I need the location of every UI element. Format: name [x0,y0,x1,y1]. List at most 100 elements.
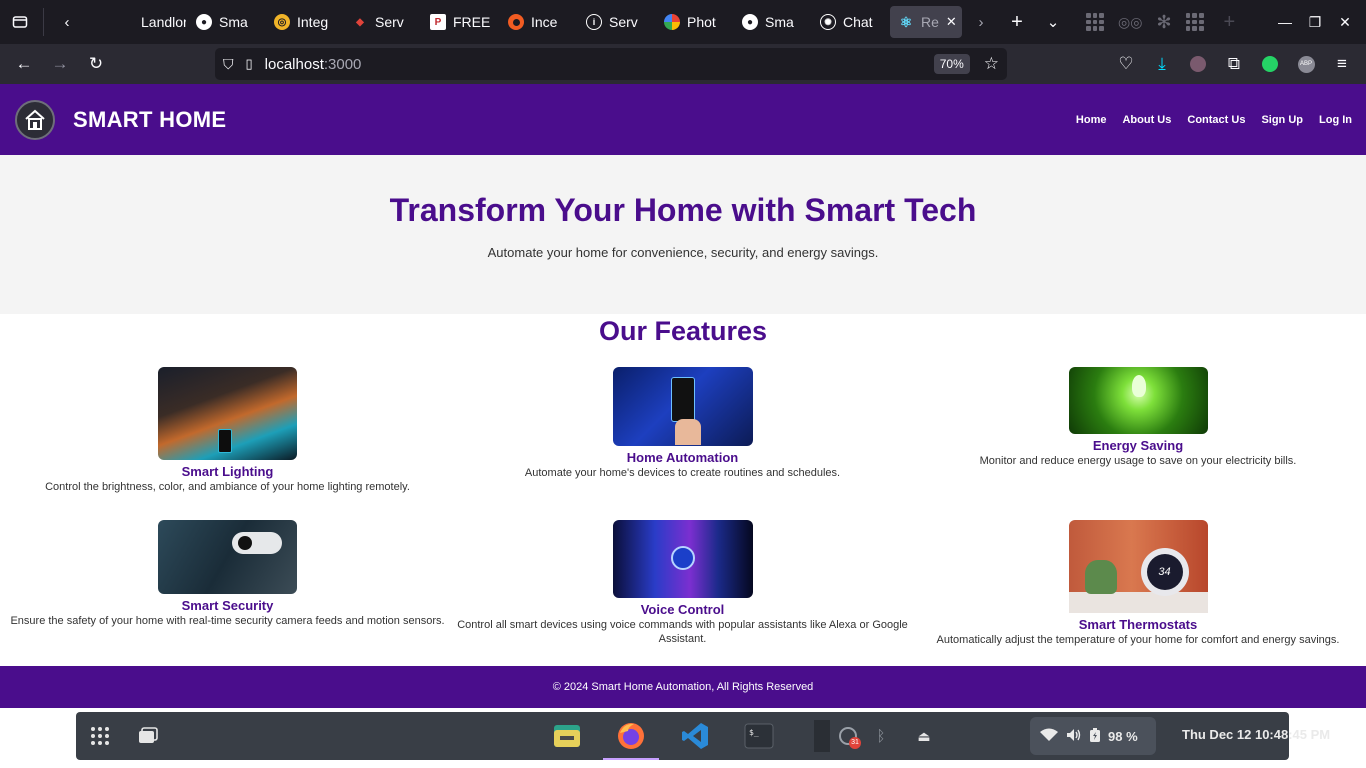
eject-icon[interactable]: ⏏ [902,714,946,758]
list-all-tabs-icon[interactable]: ⌄ [1038,7,1068,37]
footer-copyright: © 2024 Smart Home Automation, All Rights… [552,681,814,693]
glasses-icon[interactable]: ◎◎ [1118,14,1142,31]
firefox-active-indicator [603,758,659,760]
navigation-bar: ← → ↻ ⛉ ▯ localhost:3000 70% ☆ ♡ ⤓ ⧉ ABP… [0,44,1366,84]
photos-favicon [664,14,680,30]
terminal-app-icon[interactable]: $_ [737,714,781,758]
feature-title: Home Automation [626,450,739,465]
apps-grid-icon[interactable] [1185,13,1204,31]
extension-grid-icon[interactable] [1086,13,1104,31]
shield-icon[interactable]: ⛉ [223,56,234,73]
toolbar-right: ♡ ⤓ ⧉ ABP ≡ [1108,48,1360,80]
menu-about-us[interactable]: About Us [1122,114,1171,126]
taskbar: $_ 31 ᛒ ⏏ 98 % Thu Dec 12 10:48:45 PM [76,712,1330,760]
feature-title: Smart Lighting [181,464,274,479]
clock[interactable]: Thu Dec 12 10:48:45 PM [1182,727,1330,742]
new-tab-icon[interactable]: + [1002,7,1032,37]
scroll-tabs-left-icon[interactable]: ‹ [52,7,82,37]
files-app-icon[interactable] [545,714,589,758]
tab-github-smart[interactable]: ● Sma [734,6,810,38]
landlord-favicon [118,14,134,30]
thermostat-reading: 34 [1146,554,1183,590]
workspaces-icon[interactable] [126,714,170,758]
smart-home-logo[interactable] [15,99,55,140]
forward-icon[interactable]: → [42,48,78,80]
whatsapp-icon[interactable] [1252,48,1288,80]
tab-label: Sma [219,14,248,30]
tab-label: Phot [687,14,716,30]
menu-contact-us[interactable]: Contact Us [1187,114,1245,126]
main-menu: Home About Us Contact Us Sign Up Log In [1076,114,1352,126]
tab-strip: ‹ Landlor ● Sma ◎ Integ ◆ Serv P FREE In… [0,0,1366,44]
vscode-app-icon[interactable] [673,714,717,758]
tab-react-app-active[interactable]: ⚛ Re ✕ [890,6,962,38]
url-text[interactable]: localhost:3000 [265,56,362,73]
app-grid-icon[interactable] [78,714,122,758]
feature-title: Voice Control [640,602,725,617]
tab-integrations[interactable]: ◎ Integ [266,6,342,38]
add-icon[interactable]: + [1224,11,1236,34]
zoom-level-badge[interactable]: 70% [933,54,970,74]
tab-github-smart-home[interactable]: ● Sma [188,6,264,38]
url-host: localhost [264,55,324,73]
tab-incident[interactable]: Ince [500,6,576,38]
feature-card-smart-security: Smart Security Ensure the safety of your… [0,520,455,628]
feature-card-smart-thermostats: 34 Smart Thermostats Automatically adjus… [910,520,1366,647]
tab-separator [43,8,44,36]
bluetooth-icon[interactable]: ᛒ [859,714,903,758]
snowflake-icon[interactable]: ✻ [1156,12,1171,33]
react-icon: ⚛ [899,13,913,30]
home-automation-image [612,367,753,446]
close-tab-icon[interactable]: ✕ [946,14,957,30]
profile-avatar-icon[interactable] [1180,48,1216,80]
tab-landlord[interactable]: Landlor [110,6,186,38]
battery-percentage: 98 % [1108,728,1138,744]
downloads-icon[interactable]: ⤓ [1144,48,1180,80]
pocket-icon[interactable]: ♡ [1108,48,1144,80]
minimize-icon[interactable]: — [1270,14,1300,31]
back-icon[interactable]: ← [6,48,42,80]
chatgpt-icon: ✺ [820,14,836,30]
github-icon: ● [742,14,758,30]
page-icon: ▯ [245,56,253,71]
url-bar[interactable]: ⛉ ▯ localhost:3000 70% ☆ [215,48,1007,80]
footer: © 2024 Smart Home Automation, All Rights… [0,666,1366,708]
extensions-icon[interactable]: ⧉ [1216,48,1252,80]
free-favicon: P [430,14,446,30]
hero-subtitle: Automate your home for convenience, secu… [487,245,879,260]
close-window-icon[interactable]: ✕ [1330,14,1360,31]
firefox-view-icon[interactable] [5,7,35,37]
brand-name[interactable]: SMART HOME [73,107,226,133]
bookmark-star-icon[interactable]: ☆ [984,54,999,74]
firefox-app-icon[interactable] [609,714,653,758]
menu-icon[interactable]: ≡ [1324,48,1360,80]
tab-free[interactable]: P FREE [422,6,498,38]
menu-log-in[interactable]: Log In [1319,114,1352,126]
integration-favicon: ◎ [274,14,290,30]
app-header: SMART HOME Home About Us Contact Us Sign… [0,84,1366,155]
tab-label: FREE [453,14,491,30]
scroll-tabs-right-icon[interactable]: › [966,7,996,37]
feature-card-smart-lighting: Smart Lighting Control the brightness, c… [0,367,455,494]
feature-description: Ensure the safety of your home with real… [10,615,445,627]
tab-service[interactable]: ◆ Serv [344,6,420,38]
feature-title: Energy Saving [1092,438,1184,453]
tab-service-info[interactable]: i Serv [578,6,654,38]
menu-home[interactable]: Home [1076,114,1107,126]
menu-sign-up[interactable]: Sign Up [1261,114,1303,126]
feature-description: Automatically adjust the temperature of … [936,634,1340,646]
feature-description: Control the brightness, color, and ambia… [45,481,410,493]
tab-photos[interactable]: Phot [656,6,732,38]
restore-icon[interactable]: ❐ [1300,14,1330,31]
smart-thermostat-image: 34 [1068,520,1208,613]
reload-icon[interactable]: ↻ [78,48,114,80]
adblock-plus-icon[interactable]: ABP [1288,48,1324,80]
feature-description: Control all smart devices using voice co… [457,619,908,645]
feature-title: Smart Thermostats [1078,617,1198,632]
wifi-icon [1040,728,1058,745]
system-tray[interactable]: 98 % [1030,717,1156,755]
feature-title: Smart Security [181,598,274,613]
battery-icon [1090,727,1100,745]
tab-chatgpt[interactable]: ✺ Chat [812,6,888,38]
volume-icon [1066,728,1082,745]
